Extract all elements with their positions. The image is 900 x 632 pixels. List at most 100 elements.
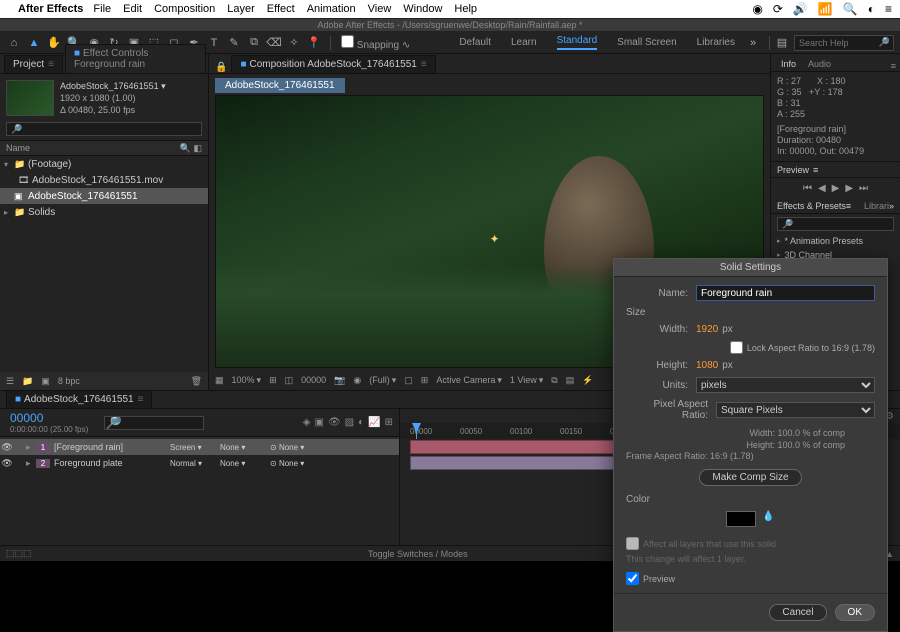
blend-mode-dropdown[interactable]: Normal ▾ (170, 459, 220, 468)
tab-timeline-comp[interactable]: ■AdobeStock_176461551≡ (6, 390, 152, 408)
home-icon[interactable]: ⌂ (6, 35, 22, 51)
layer-name[interactable]: Foreground plate (50, 458, 170, 468)
resolution-dropdown[interactable]: (Full) ▾ (369, 375, 396, 386)
wifi-icon[interactable]: 📶 (818, 2, 833, 16)
workspace-small-screen[interactable]: Small Screen (617, 37, 676, 48)
layer-switches-icon[interactable]: ⊞ (385, 417, 393, 428)
last-frame-icon[interactable]: ⏭ (859, 183, 868, 194)
workspace-default[interactable]: Default (459, 37, 491, 48)
first-frame-icon[interactable]: ⏮ (803, 183, 812, 194)
comp-mini-flowchart-icon[interactable]: ◈ (303, 417, 311, 428)
hide-shy-icon[interactable]: 👁 (328, 417, 341, 428)
brush-tool-icon[interactable]: ✎ (226, 35, 242, 51)
solid-name-input[interactable] (696, 285, 875, 301)
menu-help[interactable]: Help (454, 3, 477, 15)
parent-dropdown[interactable]: ⊙ None ▾ (270, 443, 320, 452)
type-tool-icon[interactable]: T (206, 35, 222, 51)
views-dropdown[interactable]: 1 View ▾ (510, 375, 543, 386)
menu-extras-icon[interactable]: ≡ (885, 2, 892, 16)
visibility-toggle-icon[interactable]: 👁 (0, 458, 14, 469)
effects-search-input[interactable] (777, 217, 894, 231)
search-icon[interactable]: 🔍 (843, 2, 858, 16)
zoom-dropdown[interactable]: 100% ▾ (232, 375, 262, 386)
fast-previews-icon[interactable]: ⚡ (582, 375, 593, 386)
menu-window[interactable]: Window (403, 3, 442, 15)
trkmat-dropdown[interactable]: None ▾ (220, 443, 270, 452)
frame-blend-footer-icon[interactable]: ⬚ (23, 548, 32, 559)
sync-icon[interactable]: ⟳ (773, 2, 783, 16)
menu-layer[interactable]: Layer (227, 3, 255, 15)
cancel-button[interactable]: Cancel (769, 604, 826, 621)
resolution-icon[interactable]: ⊞ (269, 375, 277, 386)
units-dropdown[interactable]: pixels (696, 377, 875, 393)
roto-tool-icon[interactable]: ✧ (286, 35, 302, 51)
menu-edit[interactable]: Edit (123, 3, 142, 15)
blend-mode-dropdown[interactable]: Screen ▾ (170, 443, 220, 452)
workspace-overflow-icon[interactable]: » (745, 35, 761, 51)
menu-animation[interactable]: Animation (307, 3, 356, 15)
effects-category[interactable]: * Animation Presets (771, 234, 900, 248)
menu-composition[interactable]: Composition (154, 3, 215, 15)
menu-effect[interactable]: Effect (267, 3, 295, 15)
color-swatch[interactable] (726, 511, 756, 527)
play-icon[interactable]: ▶ (832, 183, 840, 194)
current-time-display[interactable]: 000000:00:00:00 (25.00 fps) (0, 409, 98, 436)
mask-toggle-icon[interactable]: ◫ (285, 375, 294, 386)
workspace-libraries[interactable]: Libraries (697, 37, 735, 48)
new-comp-icon[interactable]: ▣ (41, 376, 50, 387)
tree-folder-solids[interactable]: ▸📁Solids (0, 204, 208, 220)
share-icon[interactable]: ⧉ (551, 375, 557, 386)
menu-view[interactable]: View (368, 3, 392, 15)
tree-item-comp[interactable]: ▣AdobeStock_176461551 (0, 188, 208, 204)
camera-dropdown[interactable]: Active Camera ▾ (436, 375, 502, 386)
cc-icon[interactable]: ◉ (752, 2, 762, 16)
toggle-switches-modes[interactable]: Toggle Switches / Modes (368, 549, 468, 559)
channel-icon[interactable]: ◉ (353, 375, 361, 386)
frame-blend-icon[interactable]: ▨ (345, 417, 354, 428)
workspace-learn[interactable]: Learn (511, 37, 537, 48)
affect-all-checkbox[interactable] (626, 537, 639, 550)
playhead[interactable] (416, 423, 417, 439)
tab-info[interactable]: Info (775, 57, 802, 71)
clone-tool-icon[interactable]: ⧉ (246, 35, 262, 51)
height-value[interactable]: 1080 (696, 360, 718, 371)
grid-icon[interactable]: ⊞ (421, 375, 429, 386)
prev-frame-icon[interactable]: ◀ (818, 183, 826, 194)
layer-row[interactable]: 👁 ▸ 1 [Foreground rain] Screen ▾ None ▾ … (0, 439, 399, 455)
comp-flowchart-tab[interactable]: AdobeStock_176461551 (215, 78, 345, 93)
lock-aspect-checkbox[interactable] (730, 341, 743, 354)
expand-props-icon[interactable]: ⬚ (15, 548, 24, 559)
alpha-toggle-icon[interactable]: ▦ (215, 375, 224, 386)
toggle-switch-icon[interactable]: ⬚ (6, 548, 15, 559)
puppet-tool-icon[interactable]: 📍 (306, 35, 322, 51)
draft-3d-icon[interactable]: ▣ (315, 417, 324, 428)
preview-checkbox[interactable] (626, 572, 639, 585)
timeline-search-input[interactable] (104, 416, 204, 430)
layer-name[interactable]: [Foreground rain] (50, 442, 170, 452)
panel-lock-icon[interactable]: 🔒 (215, 62, 227, 73)
layer-row[interactable]: 👁 ▸ 2 Foreground plate Normal ▾ None ▾ ⊙… (0, 455, 399, 471)
hand-tool-icon[interactable]: ✋ (46, 35, 62, 51)
tree-folder-footage[interactable]: ▾📁(Footage) (0, 156, 208, 172)
tab-project[interactable]: Project≡ (4, 55, 63, 73)
snapping-checkbox[interactable] (341, 35, 354, 48)
motion-blur-icon[interactable]: ◐ (358, 417, 364, 428)
tree-item-mov[interactable]: 🎞AdobeStock_176461551.mov (0, 172, 208, 188)
eyedropper-icon[interactable]: 💧 (762, 511, 774, 527)
volume-icon[interactable]: 🔊 (793, 2, 808, 16)
delete-icon[interactable]: 🗑 (191, 376, 202, 387)
pixel-aspect-icon[interactable]: ▤ (566, 375, 575, 386)
roi-icon[interactable]: ▢ (404, 375, 413, 386)
selection-tool-icon[interactable]: ▲ (26, 35, 42, 51)
tab-composition[interactable]: ■Composition AdobeStock_176461551≡ (231, 55, 435, 73)
interpret-footage-icon[interactable]: ☰ (6, 376, 14, 387)
trkmat-dropdown[interactable]: None ▾ (220, 459, 270, 468)
width-value[interactable]: 1920 (696, 324, 718, 335)
siri-icon[interactable]: ◐ (868, 2, 875, 16)
panel-menu-icon[interactable]: ▤ (774, 35, 790, 51)
tab-audio[interactable]: Audio (802, 57, 837, 71)
ok-button[interactable]: OK (835, 604, 875, 621)
pixel-aspect-dropdown[interactable]: Square Pixels (716, 402, 875, 418)
snapshot-icon[interactable]: 📷 (334, 375, 345, 386)
project-col-name[interactable]: Name (6, 143, 30, 153)
